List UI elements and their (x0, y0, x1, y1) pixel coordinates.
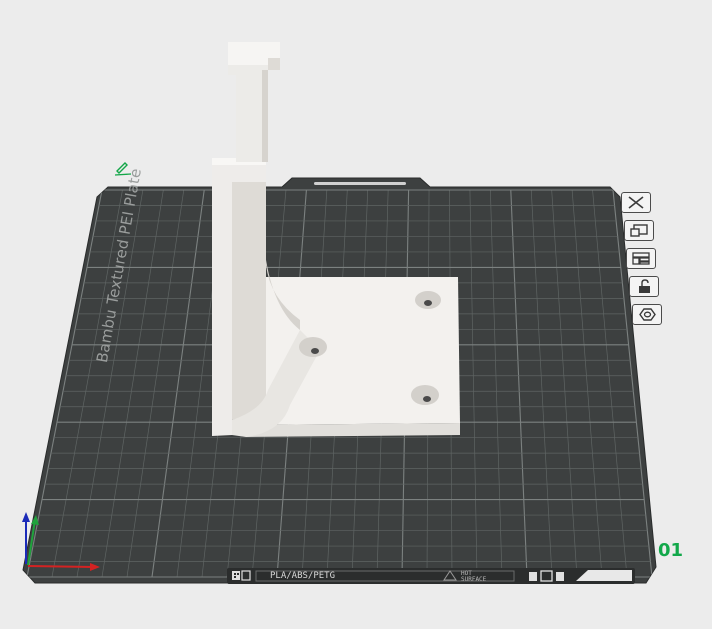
lock-plate-button[interactable] (629, 276, 659, 297)
x-axis (27, 565, 95, 568)
mounting-hole (411, 385, 439, 405)
settings-icon (639, 308, 656, 321)
mounting-hole (415, 291, 441, 309)
plate-settings-button[interactable] (632, 304, 662, 325)
mounting-hole (299, 337, 327, 357)
arrange-button[interactable] (626, 248, 656, 269)
bed-materials-label: PLA/ABS/PETG (270, 571, 336, 581)
3d-viewport[interactable]: PLA/ABS/PETG HOT SURFACE Bambu Textured … (0, 0, 712, 625)
lock-icon (639, 279, 650, 293)
hot-surface-line2: SURFACE (461, 576, 487, 583)
bed-trash-icon (556, 572, 564, 581)
close-plate-button[interactable] (621, 192, 651, 213)
bed-logo-icon (232, 571, 240, 580)
auto-orient-icon (630, 224, 648, 237)
edit-plate-icon[interactable] (114, 160, 132, 176)
plate-handle (314, 182, 406, 185)
y-axis (27, 519, 36, 566)
auto-orient-button[interactable] (624, 220, 654, 241)
arrange-icon (632, 252, 650, 265)
axis-indicator (12, 512, 108, 574)
bed-trash-icon (529, 572, 537, 581)
plate-number: 01 (658, 540, 684, 561)
close-icon (628, 196, 644, 209)
